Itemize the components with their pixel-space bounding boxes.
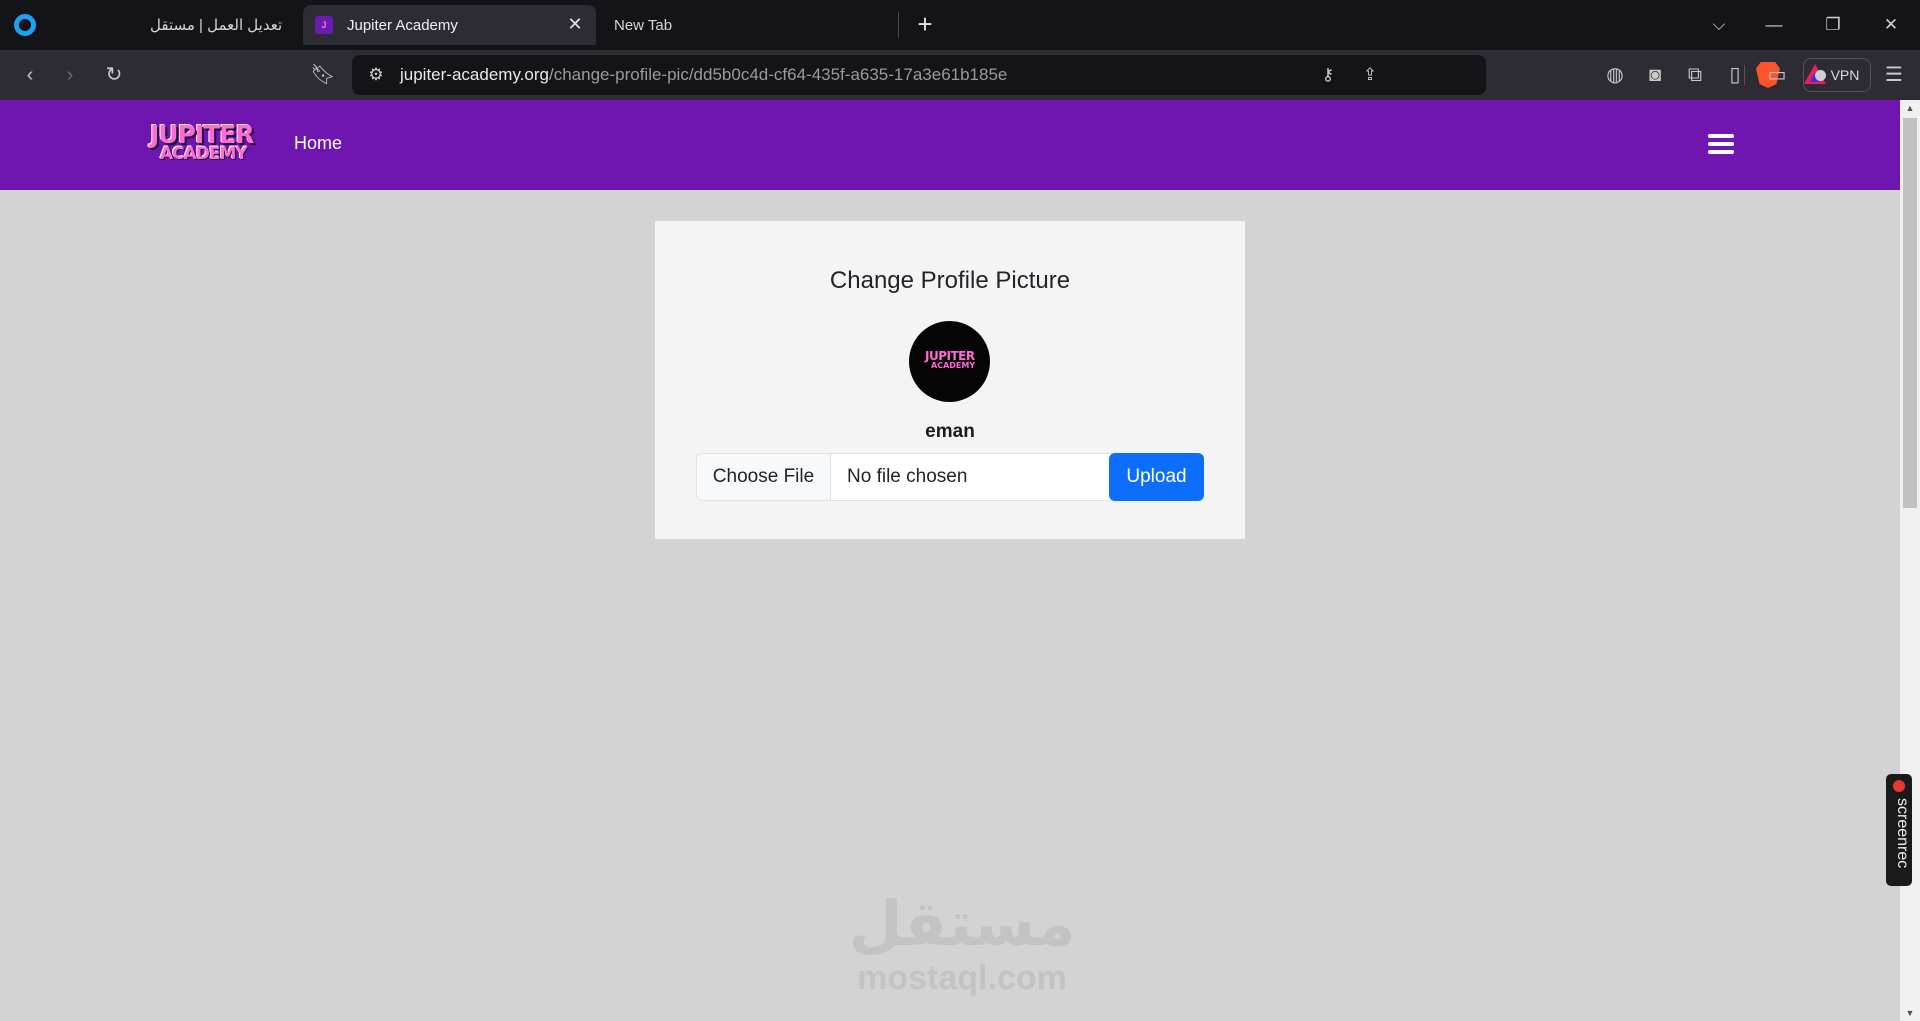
site-settings-icon[interactable]: ⚙ xyxy=(362,61,390,89)
avatar: JUPITER ACADEMY xyxy=(909,321,990,402)
jupiter-academy-logo[interactable]: JUPITER ACADEMY xyxy=(146,120,258,166)
brave-menu-icon[interactable] xyxy=(14,14,36,36)
screenrec-widget[interactable]: screenrec xyxy=(1886,774,1912,886)
vpn-status-icon xyxy=(1814,69,1826,81)
new-tab-button[interactable]: + xyxy=(910,8,940,40)
tab-jupiter-academy[interactable]: J Jupiter Academy ✕ xyxy=(303,5,596,45)
file-status-text: No file chosen xyxy=(847,466,968,487)
url-path: /change-profile-pic/dd5b0c4d-cf64-435f-a… xyxy=(548,65,1008,84)
browser-toolbar: ‹ › ↻ 🔖︎ ⚙ jupiter-academy.org/change-pr… xyxy=(0,50,1920,100)
hamburger-menu-icon[interactable] xyxy=(1708,134,1734,154)
vpn-label: VPN xyxy=(1830,67,1860,83)
browser-menu-icon[interactable]: ☰ xyxy=(1880,61,1908,89)
tab-search-icon[interactable]: ⌵ xyxy=(1701,8,1737,42)
restore-icon[interactable]: ❐ xyxy=(1815,8,1851,42)
mostaql-watermark: مستقل mostaql.com xyxy=(848,890,1076,997)
username: eman xyxy=(925,421,975,442)
scroll-up-icon[interactable]: ▲ xyxy=(1900,100,1920,116)
site-navbar: JUPITER ACADEMY Home xyxy=(0,100,1900,190)
url-text: jupiter-academy.org/change-profile-pic/d… xyxy=(400,65,1007,85)
sidebar-toggle-icon[interactable]: ▯ xyxy=(1721,61,1749,89)
url-domain: jupiter-academy.org xyxy=(400,65,549,84)
tab-title: New Tab xyxy=(614,16,673,34)
address-bar[interactable]: ⚙ jupiter-academy.org/change-profile-pic… xyxy=(352,55,1826,95)
scroll-thumb[interactable] xyxy=(1903,118,1917,508)
change-profile-card: Change Profile Picture JUPITER ACADEMY e… xyxy=(655,221,1245,539)
tab-title: تعديل العمل | مستقل xyxy=(150,17,283,34)
minimize-icon[interactable]: — xyxy=(1756,8,1792,42)
tab-divider xyxy=(898,12,899,38)
share-icon[interactable]: ⇪ xyxy=(1356,61,1384,89)
extensions-icon[interactable]: ⧉ xyxy=(1681,61,1709,89)
tab-new-tab[interactable]: New Tab xyxy=(614,5,894,45)
password-key-icon[interactable]: ⚷ xyxy=(1314,61,1342,89)
screenshot-camera-icon[interactable]: ◙ xyxy=(1641,61,1669,89)
screenrec-label: screenrec xyxy=(1894,798,1911,869)
wallet-icon[interactable]: ▭ xyxy=(1763,61,1791,89)
upload-button[interactable]: Upload xyxy=(1109,453,1204,501)
browser-window: تعديل العمل | مستقل J Jupiter Academy ✕ … xyxy=(0,0,1920,1021)
reload-icon[interactable]: ↻ xyxy=(100,61,128,89)
file-input[interactable]: Choose File No file chosen xyxy=(696,453,1112,501)
tab-strip: تعديل العمل | مستقل J Jupiter Academy ✕ … xyxy=(0,0,1920,50)
close-window-icon[interactable]: ✕ xyxy=(1873,8,1909,42)
record-icon xyxy=(1893,780,1905,792)
forward-icon[interactable]: › xyxy=(56,61,84,89)
choose-file-button[interactable]: Choose File xyxy=(697,454,831,500)
jupiter-favicon-icon: J xyxy=(315,16,333,34)
back-icon[interactable]: ‹ xyxy=(16,61,44,89)
translate-globe-icon[interactable]: ◍ xyxy=(1601,61,1629,89)
scroll-down-icon[interactable]: ▼ xyxy=(1900,1005,1920,1021)
page-title: Change Profile Picture xyxy=(829,267,1071,294)
nav-home-link[interactable]: Home xyxy=(294,133,342,154)
page-viewport: JUPITER ACADEMY Home Change Profile Pict… xyxy=(0,100,1900,1021)
tab-title: Jupiter Academy xyxy=(347,16,458,34)
bookmark-icon[interactable]: 🔖︎ xyxy=(309,61,337,89)
tab-mostaql[interactable]: تعديل العمل | مستقل xyxy=(150,5,300,45)
vpn-button[interactable]: VPN xyxy=(1803,58,1871,92)
close-tab-icon[interactable]: ✕ xyxy=(564,14,586,35)
